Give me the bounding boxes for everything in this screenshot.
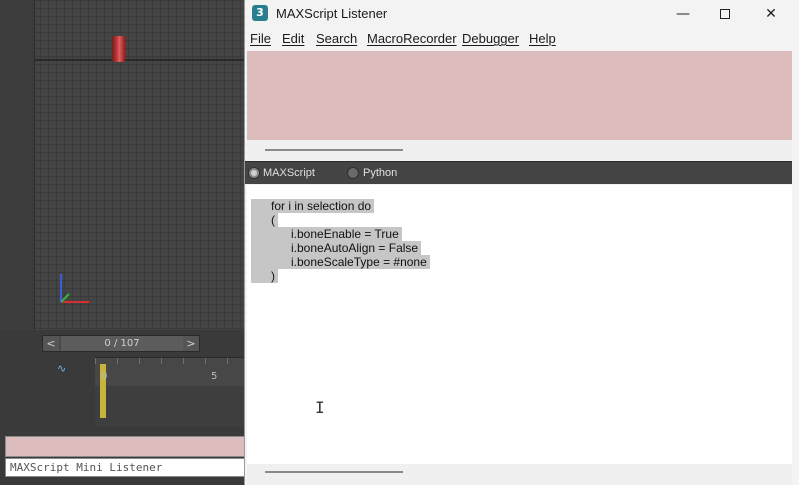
menu-file[interactable]: File xyxy=(250,31,271,46)
time-slider[interactable]: < 0 / 107 > xyxy=(42,335,200,352)
maxscript-listener-window: 3 MAXScript Listener — ✕ File Edit Searc… xyxy=(244,0,799,485)
title-bar[interactable]: 3 MAXScript Listener — ✕ xyxy=(245,0,799,28)
ibeam-cursor-icon: I xyxy=(315,398,325,417)
perspective-viewport[interactable] xyxy=(0,0,245,330)
menu-debugger[interactable]: Debugger xyxy=(462,31,519,46)
output-horizontal-scrollbar[interactable] xyxy=(247,140,792,160)
mini-listener-input[interactable]: MAXScript Mini Listener xyxy=(5,458,245,477)
vertical-scrollbar[interactable] xyxy=(792,51,799,485)
viewport-left-edge xyxy=(0,0,35,330)
code-line-5: i.boneScaleType = #none xyxy=(251,255,431,269)
script-editor[interactable]: for i in selection do ( i.boneEnable = T… xyxy=(247,185,792,464)
close-button[interactable]: ✕ xyxy=(748,0,794,28)
track-ruler xyxy=(95,358,245,386)
axis-gizmo-icon xyxy=(60,274,89,303)
menu-help[interactable]: Help xyxy=(529,31,556,46)
menu-bar: File Edit Search MacroRecorder Debugger … xyxy=(245,28,799,50)
code-line-1: for i in selection do xyxy=(251,199,375,213)
app-icon: 3 xyxy=(252,5,268,21)
code-line-6: ) xyxy=(251,269,279,283)
menu-macrorecorder[interactable]: MacroRecorder xyxy=(367,31,457,46)
python-radio-label[interactable]: Python xyxy=(363,167,397,179)
maxscript-radio-label[interactable]: MAXScript xyxy=(263,167,315,179)
menu-edit[interactable]: Edit xyxy=(282,31,304,46)
tick-label-5: 5 xyxy=(211,371,218,382)
prev-frame-button[interactable]: < xyxy=(43,336,59,351)
python-radio[interactable] xyxy=(347,167,359,179)
grid-horizon-line xyxy=(35,59,245,61)
window-title: MAXScript Listener xyxy=(276,6,388,21)
curve-editor-icon[interactable]: ∿ xyxy=(57,362,66,375)
cylinder-object[interactable] xyxy=(112,36,125,62)
track-bar[interactable]: 0 5 xyxy=(95,357,245,427)
maximize-icon xyxy=(720,9,730,19)
code-line-3: i.boneEnable = True xyxy=(251,227,403,241)
listener-output-pane[interactable] xyxy=(247,51,792,140)
next-frame-button[interactable]: > xyxy=(183,336,199,351)
editor-horizontal-scrollbar[interactable] xyxy=(247,464,792,485)
mini-listener-output xyxy=(5,436,245,457)
code-line-2: ( xyxy=(251,213,279,227)
output-scroll-thumb[interactable] xyxy=(265,149,403,151)
maxscript-radio[interactable] xyxy=(248,167,260,179)
menu-search[interactable]: Search xyxy=(316,31,357,46)
maximize-button[interactable] xyxy=(702,0,748,28)
editor-scroll-thumb[interactable] xyxy=(265,471,403,473)
minimize-button[interactable]: — xyxy=(660,0,706,28)
code-line-4: i.boneAutoAlign = False xyxy=(251,241,422,255)
tick-label-0: 0 xyxy=(101,371,108,382)
frame-readout[interactable]: 0 / 107 xyxy=(61,336,183,351)
language-selector: MAXScript Python xyxy=(245,161,799,184)
